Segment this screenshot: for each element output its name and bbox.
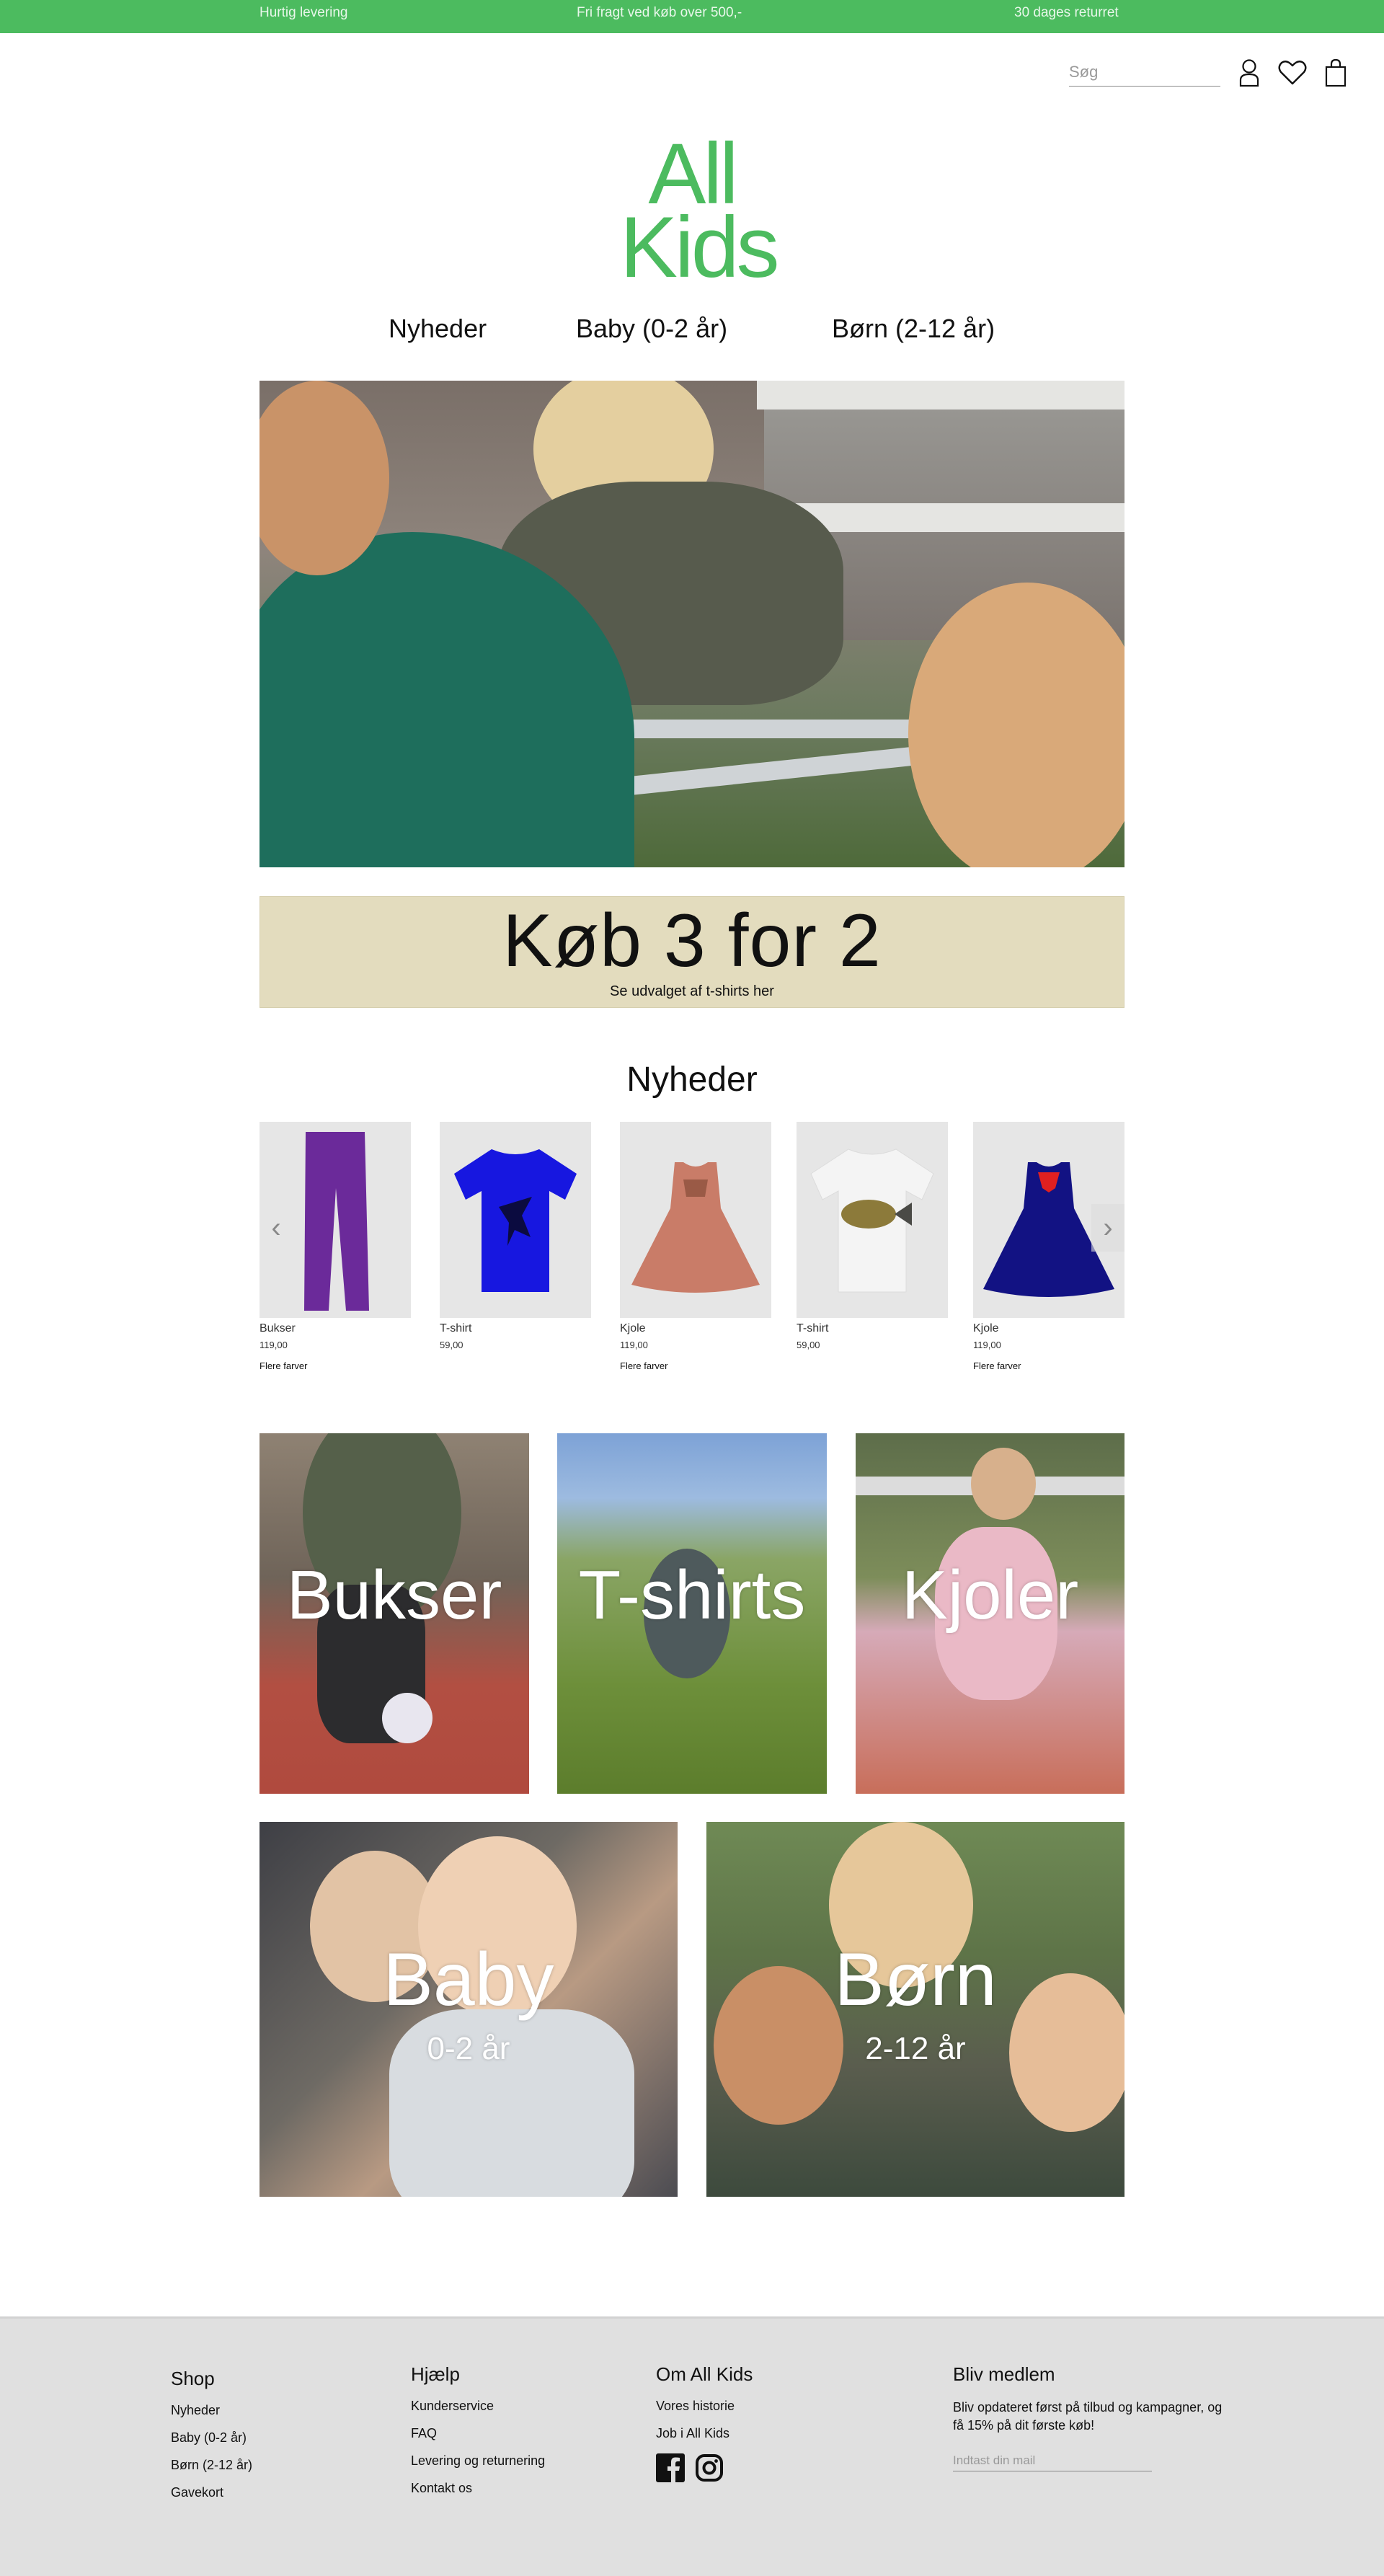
footer-link-nyheder[interactable]: Nyheder: [171, 2403, 252, 2418]
footer-link-gavekort[interactable]: Gavekort: [171, 2485, 252, 2500]
nav-item-born[interactable]: Børn (2-12 år): [832, 314, 995, 344]
product-card[interactable]: T-shirt 59,00: [440, 1122, 591, 1360]
facebook-icon[interactable]: [656, 2453, 685, 2482]
footer-link-kontakt[interactable]: Kontakt os: [411, 2481, 545, 2496]
newsletter-email-input[interactable]: [953, 2453, 1152, 2471]
section-title-nyheder: Nyheder: [626, 1061, 758, 1099]
product-price: 119,00: [973, 1340, 1001, 1350]
top-announcement-bar: Hurtig levering Fri fragt ved køb over 5…: [0, 0, 1384, 33]
search-input[interactable]: [1069, 61, 1220, 87]
category-tile-bukser[interactable]: Bukser: [260, 1433, 529, 1794]
tile-photo-child: [971, 1448, 1036, 1520]
heart-icon[interactable]: [1276, 55, 1309, 91]
footer-link-historie[interactable]: Vores historie: [656, 2399, 753, 2414]
product-image[interactable]: [440, 1122, 591, 1318]
product-name[interactable]: Kjole: [620, 1322, 771, 1335]
footer-link-job[interactable]: Job i All Kids: [656, 2426, 753, 2441]
category-label: T-shirts: [578, 1557, 806, 1634]
category-tile-tshirts[interactable]: T-shirts: [557, 1433, 827, 1794]
footer-shop-column: Shop Nyheder Baby (0-2 år) Børn (2-12 år…: [171, 2368, 252, 2513]
tile-photo-ball: [382, 1693, 432, 1743]
product-more-colors: Flere farver: [973, 1360, 1021, 1371]
hero-image[interactable]: [260, 381, 1124, 867]
tshirt-icon: [810, 1148, 934, 1293]
footer-newsletter-title: Bliv medlem: [953, 2363, 1055, 2385]
announcement-fast-delivery: Hurtig levering: [260, 5, 348, 20]
product-card[interactable]: Kjole 119,00 Flere farver: [620, 1122, 771, 1371]
footer-about-title: Om All Kids: [656, 2363, 753, 2385]
category-tile-born[interactable]: Børn 2-12 år: [706, 1822, 1124, 2197]
dress-icon: [631, 1162, 760, 1293]
category-sublabel: 0-2 år: [427, 2031, 510, 2066]
footer-link-levering[interactable]: Levering og returnering: [411, 2453, 545, 2469]
footer-help-title: Hjælp: [411, 2363, 460, 2385]
product-more-colors: Flere farver: [260, 1360, 308, 1371]
carousel-next-button[interactable]: ›: [1091, 1204, 1124, 1252]
bag-icon[interactable]: [1319, 55, 1352, 91]
footer-link-kunderservice[interactable]: Kunderservice: [411, 2399, 545, 2414]
footer-newsletter-column: Bliv medlem Bliv opdateret først på tilb…: [953, 2363, 1227, 2471]
footer-link-born[interactable]: Børn (2-12 år): [171, 2458, 252, 2473]
product-card[interactable]: T-shirt 59,00: [797, 1122, 948, 1360]
nav-item-baby[interactable]: Baby (0-2 år): [576, 314, 727, 344]
product-image[interactable]: [620, 1122, 771, 1318]
user-icon[interactable]: [1233, 55, 1266, 91]
footer: Shop Nyheder Baby (0-2 år) Børn (2-12 år…: [0, 2316, 1384, 2576]
hero-balcony: [757, 381, 1124, 410]
all-kids-logo[interactable]: All Kids: [620, 130, 779, 296]
category-tile-baby[interactable]: Baby 0-2 år: [260, 1822, 678, 2197]
footer-newsletter-text: Bliv opdateret først på tilbud og kampag…: [953, 2400, 1223, 2433]
product-price: 59,00: [797, 1340, 820, 1350]
promo-subtitle: Se udvalget af t-shirts her: [610, 983, 774, 999]
promo-banner[interactable]: Køb 3 for 2 Se udvalget af t-shirts her: [260, 896, 1124, 1008]
nav-item-nyheder[interactable]: Nyheder: [389, 314, 487, 344]
carousel-prev-button[interactable]: ‹: [260, 1204, 293, 1252]
tshirt-icon: [454, 1149, 577, 1292]
category-sublabel: 2-12 år: [865, 2031, 966, 2066]
product-name[interactable]: T-shirt: [797, 1322, 948, 1335]
instagram-icon[interactable]: [695, 2453, 724, 2482]
category-label: Baby: [383, 1938, 554, 2022]
footer-shop-title: Shop: [171, 2368, 215, 2389]
product-price: 119,00: [620, 1340, 648, 1350]
category-label: Børn: [834, 1938, 997, 2022]
product-image[interactable]: [797, 1122, 948, 1318]
category-label: Bukser: [286, 1557, 502, 1634]
product-more-colors: Flere farver: [620, 1360, 668, 1371]
product-name[interactable]: T-shirt: [440, 1322, 591, 1335]
announcement-free-shipping: Fri fragt ved køb over 500,-: [577, 5, 742, 20]
category-tile-kjoler[interactable]: Kjoler: [856, 1433, 1124, 1794]
product-name[interactable]: Bukser: [260, 1322, 411, 1335]
announcement-return-policy: 30 dages returret: [1014, 5, 1119, 20]
promo-title: Køb 3 for 2: [502, 899, 882, 983]
product-name[interactable]: Kjole: [973, 1322, 1124, 1335]
footer-about-column: Om All Kids Vores historie Job i All Kid…: [656, 2363, 753, 2482]
footer-help-column: Hjælp Kunderservice FAQ Levering og retu…: [411, 2363, 545, 2508]
category-label: Kjoler: [901, 1557, 1079, 1634]
product-price: 119,00: [260, 1340, 288, 1350]
footer-link-faq[interactable]: FAQ: [411, 2426, 545, 2441]
product-price: 59,00: [440, 1340, 463, 1350]
logo-line-2: Kids: [620, 199, 779, 296]
footer-link-baby[interactable]: Baby (0-2 år): [171, 2430, 252, 2446]
social-links: [656, 2453, 753, 2482]
